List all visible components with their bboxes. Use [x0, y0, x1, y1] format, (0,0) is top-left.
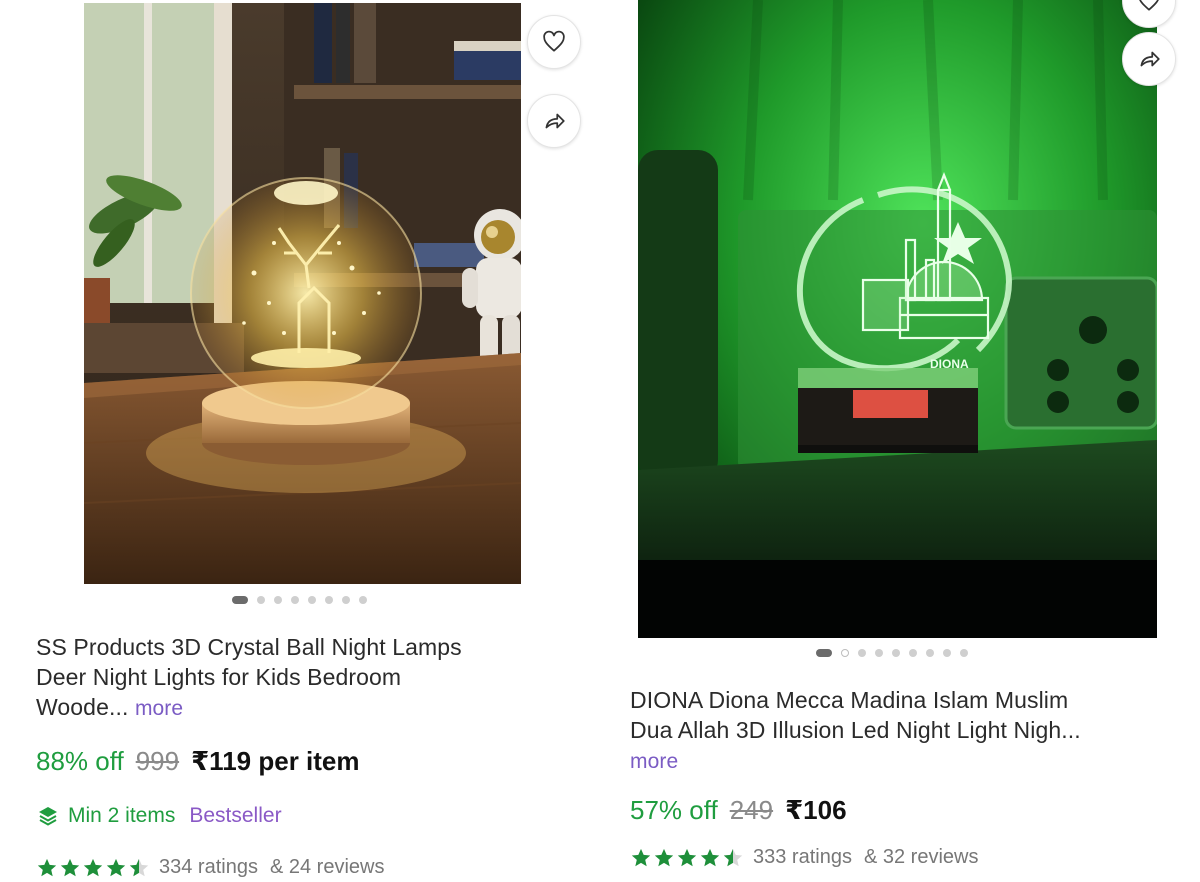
carousel-dot-active[interactable] [232, 596, 248, 604]
carousel-dot[interactable] [909, 649, 917, 657]
carousel-dot[interactable] [858, 649, 866, 657]
product-card-1[interactable]: SS Products 3D Crystal Ball Night Lamps … [0, 0, 600, 882]
share-icon [1140, 51, 1160, 67]
carousel-dot-video[interactable] [841, 649, 849, 657]
ratings-count: 333 ratings [753, 846, 852, 868]
share-button[interactable] [1122, 32, 1176, 86]
price-row: 57% off 249 ₹106 [630, 795, 847, 826]
product-title[interactable]: SS Products 3D Crystal Ball Night Lamps … [36, 632, 576, 724]
product-title-line: Woode... [36, 694, 129, 720]
star-half-icon [129, 858, 149, 876]
star-icon [654, 848, 674, 866]
discount-label: 57% off [630, 795, 718, 825]
carousel-dot[interactable] [325, 596, 333, 604]
star-icon [37, 858, 57, 876]
ratings-count: 334 ratings [159, 856, 258, 878]
more-link[interactable]: more [135, 697, 183, 720]
star-icon [677, 848, 697, 866]
star-icon [60, 858, 80, 876]
product-card-2[interactable]: DIONA DIONA Diona Mecca Madina Islam Mus… [600, 0, 1200, 882]
image-carousel-dots[interactable] [816, 649, 968, 657]
product-title-line: DIONA Diona Mecca Madina Islam Muslim [630, 687, 1069, 713]
product-tags: Min 2 items Bestseller [36, 804, 282, 828]
carousel-dot[interactable] [291, 596, 299, 604]
min-items-label: Min 2 items [68, 804, 176, 827]
layers-icon [39, 807, 57, 826]
discount-label: 88% off [36, 746, 124, 776]
star-icon [83, 858, 103, 876]
star-icon [700, 848, 720, 866]
image-carousel-dots[interactable] [232, 596, 367, 604]
carousel-dot[interactable] [875, 649, 883, 657]
star-icon [631, 848, 651, 866]
bestseller-badge: Bestseller [189, 804, 282, 827]
carousel-dot-active[interactable] [816, 649, 832, 657]
product-title[interactable]: DIONA Diona Mecca Madina Islam Muslim Du… [630, 685, 1190, 777]
star-icon [106, 858, 126, 876]
star-rating [36, 857, 151, 879]
star-rating [630, 847, 745, 869]
product-image-crystal-ball-lamp[interactable] [84, 3, 521, 584]
product-title-line: Dua Allah 3D Illusion Led Night Light Ni… [630, 717, 1081, 743]
share-icon [545, 113, 565, 129]
selling-price: ₹106 [785, 795, 847, 825]
carousel-dot[interactable] [926, 649, 934, 657]
product-title-line: Deer Night Lights for Kids Bedroom [36, 664, 402, 690]
share-button[interactable] [527, 94, 581, 148]
heart-icon [1139, 0, 1159, 11]
rating-row[interactable]: 333 ratings & 32 reviews [630, 846, 978, 869]
wishlist-button[interactable] [527, 15, 581, 69]
carousel-dot[interactable] [274, 596, 282, 604]
carousel-dot[interactable] [308, 596, 316, 604]
more-link[interactable]: more [630, 750, 678, 773]
heart-icon [543, 30, 565, 52]
original-price: 999 [135, 746, 180, 776]
carousel-dot[interactable] [943, 649, 951, 657]
price-row: 88% off 999 ₹119 per item [36, 746, 360, 777]
original-price: 249 [729, 795, 774, 825]
product-title-line: SS Products 3D Crystal Ball Night Lamps [36, 634, 462, 660]
reviews-count: & 24 reviews [269, 856, 385, 878]
carousel-dot[interactable] [257, 596, 265, 604]
carousel-dot[interactable] [359, 596, 367, 604]
rating-row[interactable]: 334 ratings & 24 reviews [36, 856, 384, 879]
star-half-icon [723, 848, 743, 866]
selling-price: ₹119 per item [191, 746, 360, 776]
carousel-dot[interactable] [892, 649, 900, 657]
reviews-count: & 32 reviews [863, 846, 979, 868]
product-image-mecca-madina-lamp[interactable]: DIONA [638, 0, 1157, 638]
carousel-dot[interactable] [960, 649, 968, 657]
carousel-dot[interactable] [342, 596, 350, 604]
